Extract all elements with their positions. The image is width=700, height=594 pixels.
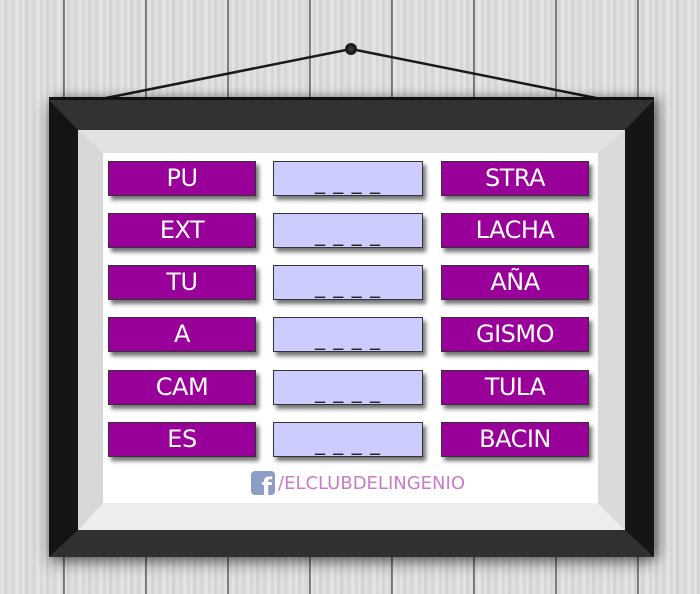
prefix-tile: PU: [108, 161, 256, 196]
nail-head: [348, 46, 354, 52]
prefix-tile: TU: [108, 265, 256, 300]
suffix-tile: AÑA: [441, 265, 589, 300]
facebook-page-name: /ELCLUBDELINGENIO: [278, 472, 465, 494]
answer-blank-tile[interactable]: _ _ _ _: [273, 422, 423, 457]
answer-blank-tile[interactable]: _ _ _ _: [273, 370, 423, 405]
suffix-tile: GISMO: [441, 317, 589, 352]
prefix-tile: ES: [108, 422, 256, 457]
hanging-wire: [105, 43, 597, 100]
prefix-tile: A: [108, 317, 256, 352]
suffix-tile: LACHA: [441, 213, 589, 248]
suffix-tile: BACIN: [441, 422, 589, 457]
facebook-icon: f: [251, 471, 275, 495]
facebook-glyph: f: [261, 473, 272, 495]
suffix-tile: TULA: [441, 370, 589, 405]
answer-blank-tile[interactable]: _ _ _ _: [273, 161, 423, 196]
wire-right: [350, 47, 597, 100]
answer-blank-tile[interactable]: _ _ _ _: [273, 265, 423, 300]
answer-blank-tile[interactable]: _ _ _ _: [273, 317, 423, 352]
answer-blank-tile[interactable]: _ _ _ _: [273, 213, 423, 248]
wire-left: [105, 47, 352, 100]
suffix-tile: STRA: [441, 161, 589, 196]
facebook-credit[interactable]: f /ELCLUBDELINGENIO: [251, 471, 465, 495]
prefix-tile: EXT: [108, 213, 256, 248]
prefix-tile: CAM: [108, 370, 256, 405]
